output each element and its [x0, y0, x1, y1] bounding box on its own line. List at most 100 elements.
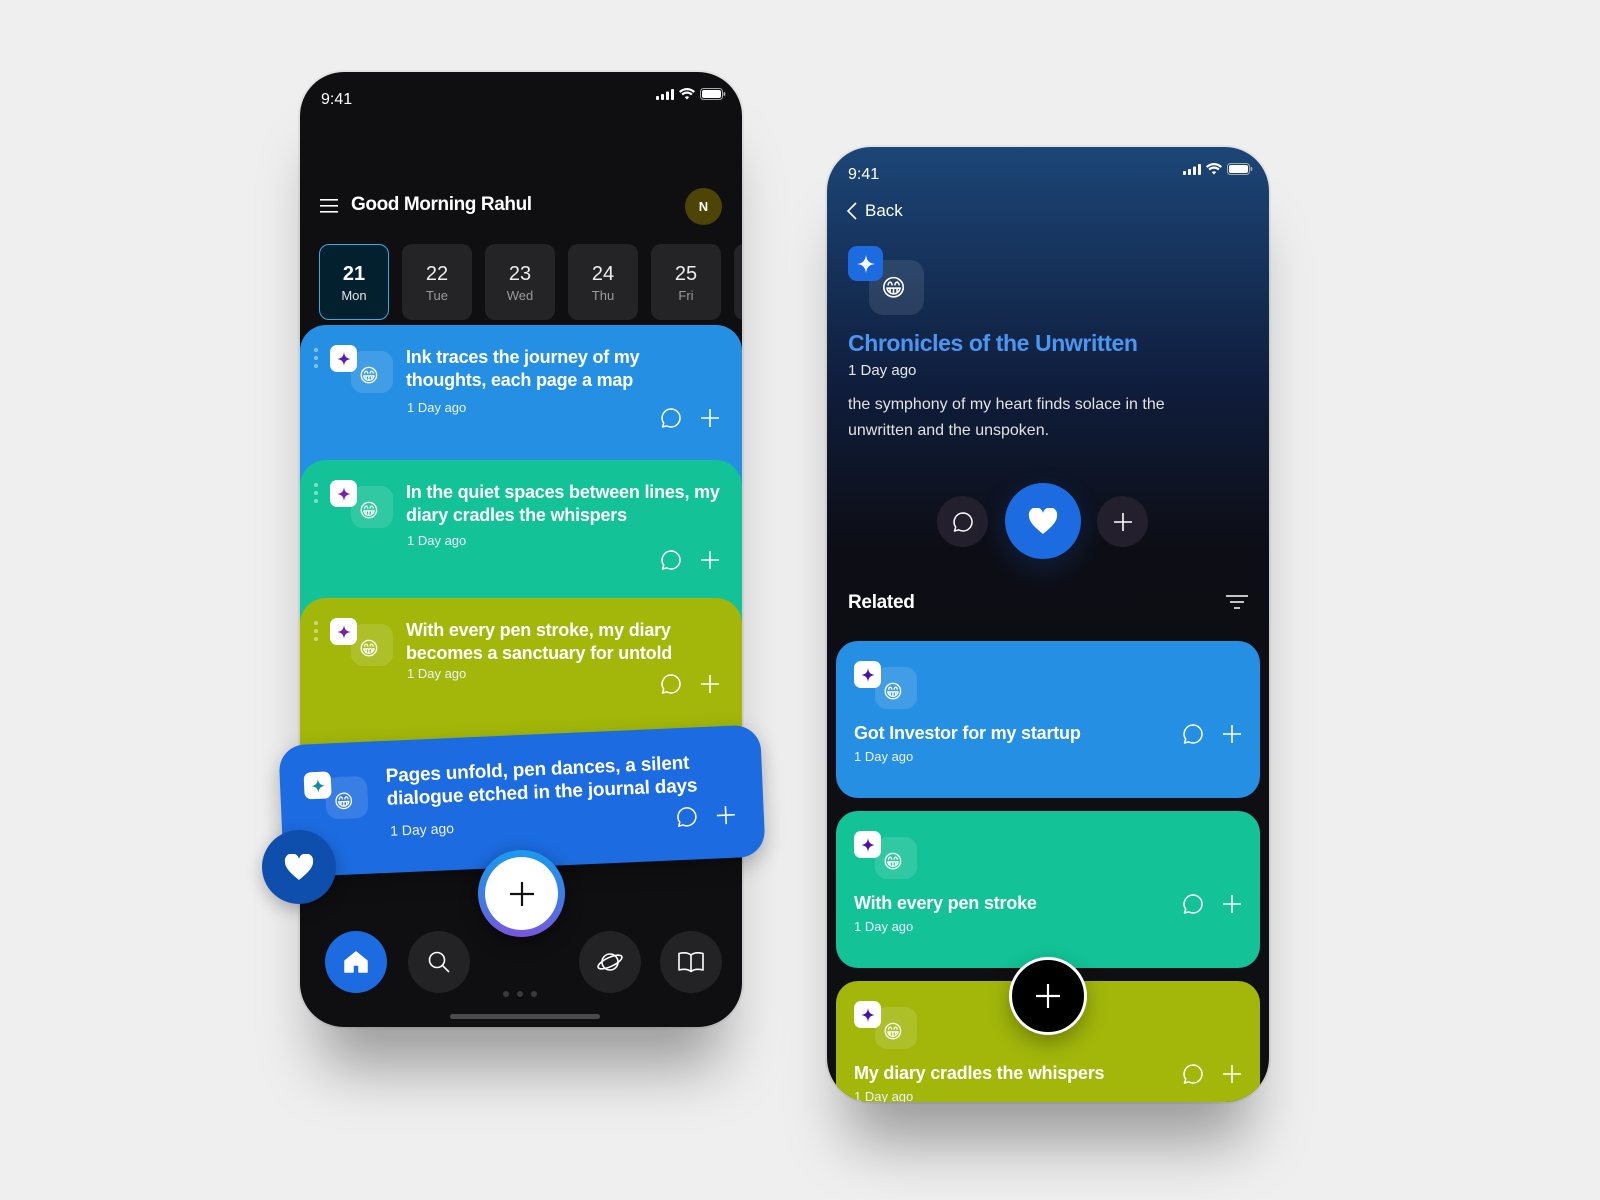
comment-icon: [1183, 894, 1203, 914]
comment-button[interactable]: [660, 407, 682, 429]
add-button[interactable]: [700, 550, 720, 570]
detail-icon-stack: 😁: [848, 246, 928, 316]
grinning-emoji-icon: 😁: [883, 1021, 903, 1043]
avatar[interactable]: N: [685, 188, 722, 225]
entry-title: Ink traces the journey of my thoughts, e…: [406, 347, 640, 390]
date-chip-21[interactable]: 21 Mon: [319, 244, 389, 320]
signal-icon: [1183, 163, 1201, 175]
date-chip-23[interactable]: 23 Wed: [485, 244, 555, 320]
sparkle-icon: [856, 254, 875, 273]
new-entry-fab[interactable]: [1009, 957, 1087, 1035]
nav-home[interactable]: [325, 931, 387, 993]
sparkle-icon: [860, 1007, 875, 1022]
entry-icon-stack: 😁: [330, 480, 394, 530]
new-entry-fab[interactable]: [478, 850, 565, 937]
plus-icon: [1223, 1065, 1241, 1083]
related-card[interactable]: 😁 Got Investor for my startup 1 Day ago: [836, 641, 1260, 798]
related-card[interactable]: 😁 With every pen stroke 1 Day ago: [836, 811, 1260, 968]
comment-button[interactable]: [1182, 1063, 1204, 1085]
related-actions: [1182, 1063, 1242, 1085]
favorite-button[interactable]: [262, 830, 336, 904]
like-button[interactable]: [1005, 483, 1081, 559]
sparkle-badge: [854, 661, 881, 688]
date-chip-25[interactable]: 25 Fri: [651, 244, 721, 320]
add-button[interactable]: [700, 408, 720, 428]
date-strip: 21 Mon 22 Tue 23 Wed 24 Thu 25 Fri: [319, 244, 742, 320]
date-weekday: Fri: [678, 287, 694, 303]
entry-time: 1 Day ago: [407, 533, 467, 548]
avatar-initial: N: [698, 199, 709, 214]
status-time: 9:41: [848, 166, 880, 183]
detail-actions: [937, 483, 1148, 559]
entry-icon-stack: 😁: [854, 831, 918, 881]
comment-icon: [952, 511, 973, 532]
nav-explore[interactable]: [579, 931, 641, 993]
comment-icon: [1183, 1064, 1203, 1084]
entry-icon-stack: 😁: [303, 770, 370, 823]
date-number: 22: [425, 262, 449, 285]
add-button[interactable]: [1222, 894, 1242, 914]
sparkle-icon: [336, 624, 351, 639]
sparkle-icon: [860, 837, 875, 852]
plus-icon: [1223, 725, 1241, 743]
date-chip-22[interactable]: 22 Tue: [402, 244, 472, 320]
related-title: With every pen stroke: [854, 893, 1037, 913]
heart-icon: [284, 853, 314, 880]
comment-button[interactable]: [1182, 893, 1204, 915]
entry-icon-stack: 😁: [330, 345, 394, 395]
add-button[interactable]: [1097, 496, 1148, 547]
entry-detail-title: Chronicles of the Unwritten: [848, 330, 1138, 356]
comment-button[interactable]: [1182, 723, 1204, 745]
add-button[interactable]: [1222, 1064, 1242, 1084]
comment-icon: [1183, 724, 1203, 744]
entry-time: 1 Day ago: [407, 400, 467, 415]
date-number: 25: [674, 262, 698, 285]
drag-handle[interactable]: [314, 483, 318, 503]
sparkle-icon: [860, 667, 875, 682]
comment-icon: [661, 674, 681, 694]
add-button[interactable]: [715, 805, 736, 826]
grinning-emoji-icon: 😁: [333, 790, 355, 814]
date-number: 24: [591, 262, 615, 285]
drag-handle[interactable]: [314, 621, 318, 641]
sparkle-icon: [336, 486, 351, 501]
signal-icon: [656, 88, 674, 100]
plus-icon: [701, 551, 719, 569]
nav-search[interactable]: [408, 931, 470, 993]
add-button[interactable]: [1222, 724, 1242, 744]
comment-button[interactable]: [660, 673, 682, 695]
comment-button[interactable]: [937, 496, 988, 547]
comment-button[interactable]: [675, 805, 698, 828]
back-button[interactable]: Back: [847, 201, 903, 221]
related-section-title: Related: [848, 592, 915, 613]
sparkle-badge: [848, 246, 883, 281]
grinning-emoji-icon: 😁: [359, 365, 379, 387]
related-title: Got Investor for my startup: [854, 723, 1081, 743]
menu-icon[interactable]: [320, 199, 338, 213]
drag-handle[interactable]: [314, 348, 318, 368]
book-icon: [678, 952, 704, 973]
date-chip-24[interactable]: 24 Thu: [568, 244, 638, 320]
date-chip-next-partial[interactable]: [734, 244, 742, 320]
back-label: Back: [865, 201, 903, 220]
sparkle-badge: [854, 831, 881, 858]
nav-journal[interactable]: [660, 931, 722, 993]
search-icon: [428, 951, 450, 973]
related-time: 1 Day ago: [854, 749, 914, 764]
sparkle-badge: [330, 480, 357, 507]
sparkle-badge: [330, 618, 357, 645]
related-title: My diary cradles the whispers: [854, 1063, 1105, 1083]
comment-button[interactable]: [660, 549, 682, 571]
add-button[interactable]: [700, 674, 720, 694]
status-icons: [1183, 163, 1253, 175]
grinning-emoji-icon: 😁: [883, 851, 903, 873]
filter-icon[interactable]: [1226, 595, 1248, 609]
entry-title: In the quiet spaces between lines, my di…: [406, 482, 720, 525]
entry-icon-stack: 😁: [854, 1001, 918, 1051]
chevron-left-icon: [847, 202, 857, 220]
home-indicator: [450, 1014, 600, 1019]
plus-icon: [1113, 512, 1132, 531]
entry-detail-body: the symphony of my heart finds solace in…: [848, 396, 1165, 439]
plus-icon: [1223, 895, 1241, 913]
entry-detail-time: 1 Day ago: [848, 362, 917, 379]
